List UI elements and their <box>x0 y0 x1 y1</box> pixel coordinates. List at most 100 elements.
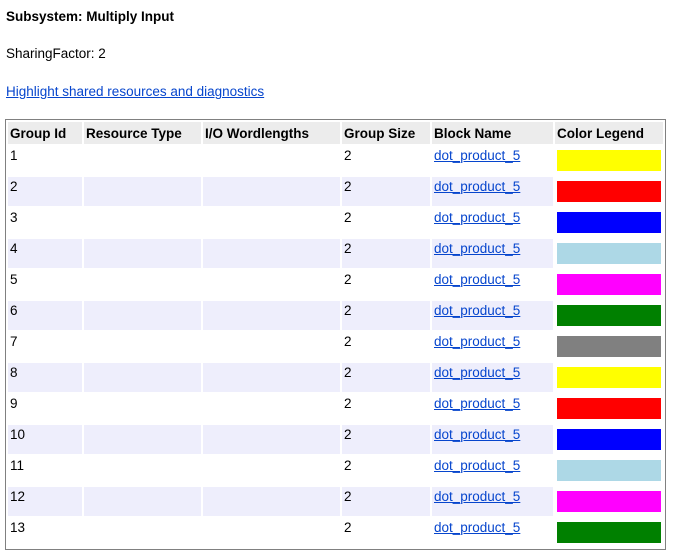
table-row: 5 2 dot_product_5 <box>8 270 663 299</box>
color-swatch <box>557 181 661 202</box>
group-size: 2 <box>342 363 430 392</box>
color-legend-cell <box>555 177 663 206</box>
io-wordlengths <box>203 518 340 547</box>
header-block-name: Block Name <box>432 122 553 144</box>
color-swatch <box>557 522 661 543</box>
io-wordlengths <box>203 487 340 516</box>
group-id: 13 <box>10 520 26 535</box>
block-name-cell: dot_product_5 <box>432 208 553 237</box>
color-swatch <box>557 491 661 512</box>
group-id: 6 <box>8 301 82 330</box>
resource-type <box>84 518 201 547</box>
block-name-cell: dot_product_5 <box>432 146 553 175</box>
io-wordlengths <box>203 239 340 268</box>
group-id: 9 <box>10 396 18 411</box>
resource-type <box>84 363 201 392</box>
io-wordlengths <box>203 332 340 361</box>
block-name-link[interactable]: dot_product_5 <box>434 210 520 225</box>
group-id: 5 <box>10 272 18 287</box>
block-name-cell: dot_product_5 <box>432 177 553 206</box>
io-wordlengths <box>203 394 340 423</box>
color-swatch <box>557 336 661 357</box>
resource-type <box>84 146 201 175</box>
subsystem-title: Subsystem: Multiply Input <box>6 9 175 24</box>
block-name-link[interactable]: dot_product_5 <box>434 458 520 473</box>
color-legend-cell <box>555 487 663 516</box>
color-legend-cell <box>555 456 663 485</box>
group-id: 3 <box>10 210 18 225</box>
block-name-link[interactable]: dot_product_5 <box>434 427 520 442</box>
group-size: 2 <box>344 458 352 473</box>
color-swatch <box>557 243 661 264</box>
group-id: 2 <box>8 177 82 206</box>
color-swatch <box>557 212 661 233</box>
group-size: 2 <box>344 396 352 411</box>
highlight-link[interactable]: Highlight shared resources and diagnosti… <box>6 84 264 99</box>
resource-type <box>84 487 201 516</box>
group-size: 2 <box>342 177 430 206</box>
resource-type <box>84 332 201 361</box>
block-name-cell: dot_product_5 <box>432 270 553 299</box>
table-row: 8 2 dot_product_5 <box>8 363 663 392</box>
group-size: 2 <box>342 301 430 330</box>
block-name-cell: dot_product_5 <box>432 363 553 392</box>
block-name-cell: dot_product_5 <box>432 394 553 423</box>
group-id: 11 <box>10 458 25 473</box>
group-size: 2 <box>344 334 352 349</box>
block-name-link[interactable]: dot_product_5 <box>434 396 520 411</box>
resource-type <box>84 301 201 330</box>
block-name-link[interactable]: dot_product_5 <box>434 489 520 504</box>
table-row: 2 2 dot_product_5 <box>8 177 663 206</box>
io-wordlengths <box>203 270 340 299</box>
color-legend-cell <box>555 301 663 330</box>
color-legend-cell <box>555 146 663 175</box>
table-row: 7 2 dot_product_5 <box>8 332 663 361</box>
color-swatch <box>557 367 661 388</box>
block-name-link[interactable]: dot_product_5 <box>434 365 520 380</box>
group-id: 1 <box>10 148 18 163</box>
block-name-link[interactable]: dot_product_5 <box>434 520 520 535</box>
color-legend-cell <box>555 425 663 454</box>
table-row: 11 2 dot_product_5 <box>8 456 663 485</box>
io-wordlengths <box>203 146 340 175</box>
block-name-cell: dot_product_5 <box>432 518 553 547</box>
group-id: 4 <box>8 239 82 268</box>
color-legend-cell <box>555 518 663 547</box>
table-row: 10 2 dot_product_5 <box>8 425 663 454</box>
color-swatch <box>557 150 661 171</box>
header-resource-type: Resource Type <box>84 122 201 144</box>
resource-sharing-table: Group Id Resource Type I/O Wordlengths G… <box>5 119 666 550</box>
group-size: 2 <box>344 272 352 287</box>
io-wordlengths <box>203 425 340 454</box>
table-row: 4 2 dot_product_5 <box>8 239 663 268</box>
resource-type <box>84 239 201 268</box>
color-legend-cell <box>555 332 663 361</box>
resource-type <box>84 394 201 423</box>
block-name-link[interactable]: dot_product_5 <box>434 303 520 318</box>
block-name-link[interactable]: dot_product_5 <box>434 148 520 163</box>
table-row: 6 2 dot_product_5 <box>8 301 663 330</box>
block-name-link[interactable]: dot_product_5 <box>434 334 520 349</box>
io-wordlengths <box>203 456 340 485</box>
io-wordlengths <box>203 208 340 237</box>
block-name-link[interactable]: dot_product_5 <box>434 272 520 287</box>
block-name-link[interactable]: dot_product_5 <box>434 179 520 194</box>
table-header-row: Group Id Resource Type I/O Wordlengths G… <box>8 122 663 144</box>
sharing-factor: SharingFactor: 2 <box>6 46 106 61</box>
block-name-cell: dot_product_5 <box>432 456 553 485</box>
resource-type <box>84 177 201 206</box>
resource-type <box>84 456 201 485</box>
color-swatch <box>557 305 661 326</box>
group-size: 2 <box>342 425 430 454</box>
block-name-link[interactable]: dot_product_5 <box>434 241 520 256</box>
group-id: 7 <box>10 334 18 349</box>
color-legend-cell <box>555 270 663 299</box>
color-swatch <box>557 429 661 450</box>
table-row: 12 2 dot_product_5 <box>8 487 663 516</box>
block-name-cell: dot_product_5 <box>432 332 553 361</box>
group-id: 12 <box>8 487 82 516</box>
io-wordlengths <box>203 363 340 392</box>
color-legend-cell <box>555 394 663 423</box>
group-size: 2 <box>344 148 352 163</box>
color-swatch <box>557 398 661 419</box>
